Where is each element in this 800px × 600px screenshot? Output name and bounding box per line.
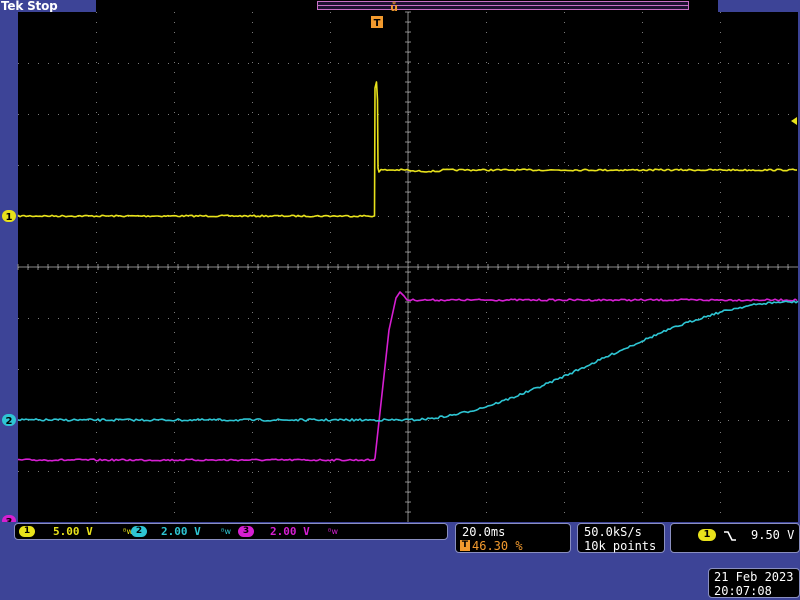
- falling-edge-icon: [724, 531, 736, 541]
- trigger-position-icon: T: [374, 18, 381, 29]
- ch1-readout-chip[interactable]: 1: [19, 526, 35, 537]
- ch3-bandwidth-limit-icon: ᴮw: [328, 527, 338, 536]
- sample-rate: 50.0kS/s: [584, 525, 642, 539]
- trigger-position-marker[interactable]: T: [371, 16, 383, 29]
- ch2-ground-marker[interactable]: 2: [2, 414, 16, 427]
- date-time-panel: 21 Feb 2023 20:07:08: [708, 568, 800, 598]
- trigger-source-chip: 1: [698, 529, 716, 541]
- horizontal-timebase-panel[interactable]: 20.0ms T 46.30 %: [455, 523, 571, 553]
- ch3-readout-chip[interactable]: 3: [238, 526, 254, 537]
- acquisition-panel[interactable]: 50.0kS/s 10k points: [577, 523, 665, 553]
- timebase-scale: 20.0ms: [462, 525, 506, 539]
- trigger-position-percent: 46.30 %: [472, 539, 523, 553]
- trigger-position-icon: T: [460, 540, 470, 551]
- oscilloscope-screen: Tek Stop T ů 1 2 1 5.00 V ᴮw 2 2.00 V ᴮw…: [0, 0, 800, 600]
- date-readout: 21 Feb 2023: [714, 570, 794, 584]
- ch1-marker-label: 1: [6, 212, 13, 223]
- ch2-readout-chip[interactable]: 2: [131, 526, 147, 537]
- waveform-display[interactable]: T ů 1 2 3: [0, 0, 800, 600]
- ch1-ground-marker[interactable]: 1: [2, 210, 16, 223]
- bottom-status-bar: 1 5.00 V ᴮw 2 2.00 V ᴮw 3 2.00 V ᴮw 20.0…: [0, 522, 800, 600]
- trigger-level: 9.50 V: [751, 528, 795, 542]
- time-readout: 20:07:08: [714, 584, 772, 598]
- ch3-scale: 2.00 V: [270, 525, 310, 538]
- record-length: 10k points: [584, 539, 657, 553]
- expansion-point-marker[interactable]: ů: [390, 1, 398, 14]
- ch2-scale: 2.00 V: [161, 525, 201, 538]
- ch2-bandwidth-limit-icon: ᴮw: [221, 527, 231, 536]
- trigger-panel[interactable]: 1 9.50 V: [670, 523, 800, 553]
- channel-readout-panel: 1 5.00 V ᴮw 2 2.00 V ᴮw 3 2.00 V ᴮw: [14, 523, 448, 540]
- ch2-marker-label: 2: [6, 416, 13, 427]
- ch1-scale: 5.00 V: [53, 525, 93, 538]
- expansion-point-icon: ů: [390, 1, 398, 14]
